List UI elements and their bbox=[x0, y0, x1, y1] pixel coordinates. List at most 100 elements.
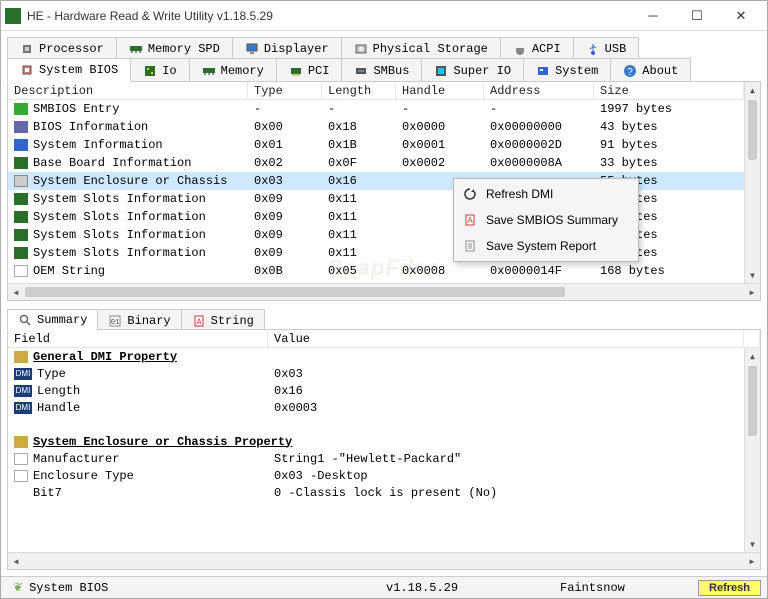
table-row[interactable]: BIOS Information0x000x180x00000x00000000… bbox=[8, 118, 760, 136]
ram-icon bbox=[202, 64, 216, 78]
tab-displayer[interactable]: Displayer bbox=[232, 37, 342, 60]
tab-memory[interactable]: Memory bbox=[189, 58, 277, 82]
scroll-down-icon[interactable]: ▾ bbox=[745, 267, 760, 283]
dmi-table-header: Description Type Length Handle Address S… bbox=[8, 82, 760, 100]
system-icon bbox=[536, 64, 550, 78]
scroll-thumb-h[interactable] bbox=[25, 287, 565, 297]
menu-item-save-system-report[interactable]: Save System Report bbox=[456, 233, 636, 259]
row-type: 0x09 bbox=[248, 227, 322, 243]
tab-acpi[interactable]: ACPI bbox=[500, 37, 574, 60]
scroll-up-icon[interactable]: ▴ bbox=[745, 82, 760, 98]
table-row[interactable]: System Slots Information0x090x1124 bytes bbox=[8, 244, 760, 262]
tab-system[interactable]: System bbox=[523, 58, 611, 82]
detail-row[interactable]: DMILength0x16 bbox=[8, 382, 760, 399]
tab-label: System BIOS bbox=[39, 63, 118, 77]
menu-item-refresh-dmi[interactable]: Refresh DMI bbox=[456, 181, 636, 207]
row-address: 0x0000014F bbox=[484, 263, 594, 279]
col-size[interactable]: Size bbox=[594, 82, 744, 100]
maximize-button[interactable]: ☐ bbox=[675, 2, 719, 30]
sio-icon bbox=[434, 64, 448, 78]
tab-processor[interactable]: Processor bbox=[7, 37, 117, 60]
table-row[interactable]: System Slots Information0x090x1124 bytes bbox=[8, 226, 760, 244]
tab-label: PCI bbox=[308, 64, 330, 78]
col-address[interactable]: Address bbox=[484, 82, 594, 100]
chip-icon bbox=[20, 63, 34, 77]
col-field[interactable]: Field bbox=[8, 330, 268, 348]
detail-value: 0 -Classis lock is present (No) bbox=[268, 486, 744, 500]
col-handle[interactable]: Handle bbox=[396, 82, 484, 100]
minimize-button[interactable]: ─ bbox=[631, 2, 675, 30]
detail-row[interactable]: Bit70 -Classis lock is present (No) bbox=[8, 484, 760, 501]
menu-item-label: Save SMBIOS Summary bbox=[486, 213, 618, 227]
close-button[interactable]: ✕ bbox=[719, 2, 763, 30]
horizontal-scrollbar[interactable]: ◂ ▸ bbox=[8, 552, 760, 569]
scroll-thumb[interactable] bbox=[748, 366, 757, 436]
tab-label: String bbox=[211, 314, 254, 328]
doc-a-icon: A bbox=[462, 212, 478, 228]
row-handle: 0x0002 bbox=[396, 155, 484, 171]
tab-label: Summary bbox=[37, 313, 87, 327]
scroll-left-icon[interactable]: ◂ bbox=[8, 285, 24, 300]
row-length: 0x1B bbox=[322, 137, 396, 153]
horizontal-scrollbar[interactable]: ◂ ▸ bbox=[8, 283, 760, 300]
detail-tab-string[interactable]: AString bbox=[181, 309, 265, 331]
detail-row[interactable]: DMIType0x03 bbox=[8, 365, 760, 382]
row-handle: - bbox=[396, 101, 484, 117]
tab-smbus[interactable]: SMBus bbox=[341, 58, 422, 82]
detail-tab-summary[interactable]: Summary bbox=[7, 309, 98, 331]
col-length[interactable]: Length bbox=[322, 82, 396, 100]
scroll-thumb[interactable] bbox=[748, 100, 757, 160]
tab-memory-spd[interactable]: Memory SPD bbox=[116, 37, 233, 60]
row-size: 43 bytes bbox=[594, 119, 744, 135]
scroll-right-icon[interactable]: ▸ bbox=[744, 554, 760, 569]
tab-about[interactable]: ?About bbox=[610, 58, 691, 82]
row-description: Base Board Information bbox=[33, 156, 191, 170]
tab-pci[interactable]: PCI bbox=[276, 58, 343, 82]
col-type[interactable]: Type bbox=[248, 82, 322, 100]
table-row[interactable]: System Slots Information0x090x1124 bytes bbox=[8, 208, 760, 226]
detail-row[interactable]: Enclosure Type0x03 -Desktop bbox=[8, 467, 760, 484]
col-description[interactable]: Description bbox=[8, 82, 248, 100]
dmi-table-body: SMBIOS Entry----1997 bytesBIOS Informati… bbox=[8, 100, 760, 300]
detail-table-body: General DMI PropertyDMIType0x03DMILength… bbox=[8, 348, 760, 569]
row-handle: 0x0001 bbox=[396, 137, 484, 153]
tab-label: SMBus bbox=[373, 64, 409, 78]
detail-field: Handle bbox=[37, 401, 80, 415]
dmi-table: Description Type Length Handle Address S… bbox=[7, 81, 761, 301]
col-value[interactable]: Value bbox=[268, 330, 744, 348]
disk-icon bbox=[354, 42, 368, 56]
tab-super-io[interactable]: Super IO bbox=[421, 58, 524, 82]
scroll-up-icon[interactable]: ▴ bbox=[745, 348, 760, 364]
row-address: 0x0000008A bbox=[484, 155, 594, 171]
scroll-down-icon[interactable]: ▾ bbox=[745, 536, 760, 552]
bin-icon: 01 bbox=[108, 314, 122, 328]
table-row[interactable]: System Enclosure or Chassis0x030x1655 by… bbox=[8, 172, 760, 190]
main-tabs-row1: ProcessorMemory SPDDisplayerPhysical Sto… bbox=[7, 37, 761, 59]
tab-physical-storage[interactable]: Physical Storage bbox=[341, 37, 501, 60]
table-row[interactable]: SMBIOS Entry----1997 bytes bbox=[8, 100, 760, 118]
tab-io[interactable]: Io bbox=[130, 58, 189, 82]
menu-item-save-smbios-summary[interactable]: A Save SMBIOS Summary bbox=[456, 207, 636, 233]
detail-row[interactable]: DMIHandle0x0003 bbox=[8, 399, 760, 416]
scroll-left-icon[interactable]: ◂ bbox=[8, 554, 24, 569]
detail-value: String1 -"Hewlett-Packard" bbox=[268, 452, 744, 466]
detail-row[interactable]: ManufacturerString1 -"Hewlett-Packard" bbox=[8, 450, 760, 467]
table-row[interactable]: System Information0x010x1B0x00010x000000… bbox=[8, 136, 760, 154]
detail-tab-binary[interactable]: 01Binary bbox=[97, 309, 181, 331]
tab-usb[interactable]: USB bbox=[573, 37, 640, 60]
detail-field: Length bbox=[37, 384, 80, 398]
vertical-scrollbar[interactable]: ▴ ▾ bbox=[744, 82, 760, 283]
row-size: 91 bytes bbox=[594, 137, 744, 153]
vertical-scrollbar[interactable]: ▴ ▾ bbox=[744, 348, 760, 552]
detail-value: 0x0003 bbox=[268, 401, 744, 415]
table-row[interactable]: Base Board Information0x020x0F0x00020x00… bbox=[8, 154, 760, 172]
scroll-right-icon[interactable]: ▸ bbox=[744, 285, 760, 300]
tab-label: About bbox=[642, 64, 678, 78]
table-row[interactable]: OEM String0x0B0x050x00080x0000014F168 by… bbox=[8, 262, 760, 280]
table-row[interactable]: System Slots Information0x090x1125 bytes bbox=[8, 190, 760, 208]
tab-system-bios[interactable]: System BIOS bbox=[7, 58, 131, 82]
group-header: System Enclosure or Chassis Property bbox=[33, 435, 292, 449]
refresh-button[interactable]: Refresh bbox=[698, 580, 761, 596]
detail-field: Type bbox=[37, 367, 66, 381]
status-version: v1.18.5.29 bbox=[380, 581, 550, 595]
